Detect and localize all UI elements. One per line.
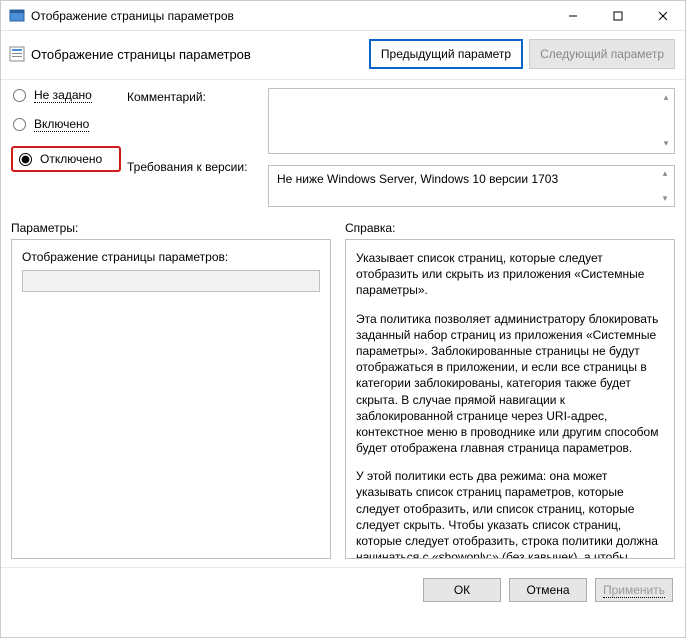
previous-setting-button[interactable]: Предыдущий параметр — [369, 39, 523, 69]
comment-textarea[interactable] — [268, 88, 675, 154]
scroll-down-icon: ▾ — [659, 138, 673, 149]
field-labels: Комментарий: Требования к версии: — [127, 88, 262, 207]
requirements-box: Не ниже Windows Server, Windows 10 верси… — [268, 165, 675, 207]
cancel-label: Отмена — [526, 583, 569, 597]
parameters-label: Параметры: — [11, 221, 331, 235]
help-paragraph: Эта политика позволяет администратору бл… — [356, 311, 664, 457]
radio-enabled-input[interactable] — [13, 118, 26, 131]
param-field-input — [22, 270, 320, 292]
minimize-button[interactable] — [550, 1, 595, 30]
ok-button[interactable]: ОК — [423, 578, 501, 602]
radio-disabled-input[interactable] — [19, 153, 32, 166]
radio-not-configured-input[interactable] — [13, 89, 26, 102]
radio-not-configured[interactable]: Не задано — [11, 88, 121, 103]
window-title: Отображение страницы параметров — [31, 9, 550, 23]
radio-enabled[interactable]: Включено — [11, 117, 121, 132]
comment-label: Комментарий: — [127, 90, 262, 104]
radio-disabled[interactable]: Отключено — [17, 152, 111, 166]
close-button[interactable] — [640, 1, 685, 30]
radio-disabled-highlight: Отключено — [11, 146, 121, 172]
next-setting-button[interactable]: Следующий параметр — [529, 39, 675, 69]
radio-enabled-label: Включено — [34, 117, 89, 132]
parameters-panel: Отображение страницы параметров: — [11, 239, 331, 559]
scroll-up-icon: ▴ — [658, 168, 672, 179]
field-values: ▴ ▾ Не ниже Windows Server, Windows 10 в… — [268, 88, 675, 207]
apply-button[interactable]: Применить — [595, 578, 673, 602]
param-field-label: Отображение страницы параметров: — [22, 250, 320, 264]
dialog-footer: ОК Отмена Применить — [1, 567, 685, 612]
previous-setting-label: Предыдущий параметр — [381, 47, 511, 61]
requirements-scrollbar[interactable]: ▴ ▾ — [658, 168, 672, 204]
requirements-label: Требования к версии: — [127, 160, 262, 174]
titlebar: Отображение страницы параметров — [1, 1, 685, 31]
ok-label: ОК — [454, 583, 470, 597]
help-paragraph: У этой политики есть два режима: она мож… — [356, 468, 664, 559]
maximize-button[interactable] — [595, 1, 640, 30]
help-paragraph: Указывает список страниц, которые следуе… — [356, 250, 664, 299]
state-options: Не задано Включено Отключено — [11, 88, 121, 207]
help-label: Справка: — [345, 221, 395, 235]
policy-title: Отображение страницы параметров — [31, 47, 363, 62]
help-panel[interactable]: Указывает список страниц, которые следуе… — [345, 239, 675, 559]
scroll-down-icon: ▾ — [658, 193, 672, 204]
radio-not-configured-label: Не задано — [34, 88, 92, 103]
radio-disabled-label: Отключено — [40, 152, 102, 166]
comment-scrollbar[interactable]: ▴ ▾ — [659, 92, 673, 149]
cancel-button[interactable]: Отмена — [509, 578, 587, 602]
app-icon — [9, 8, 25, 24]
apply-label: Применить — [603, 583, 665, 598]
next-setting-label: Следующий параметр — [540, 47, 664, 61]
scroll-up-icon: ▴ — [659, 92, 673, 103]
policy-icon — [9, 46, 25, 62]
header: Отображение страницы параметров Предыдущ… — [1, 31, 685, 80]
requirements-text: Не ниже Windows Server, Windows 10 верси… — [277, 172, 558, 186]
